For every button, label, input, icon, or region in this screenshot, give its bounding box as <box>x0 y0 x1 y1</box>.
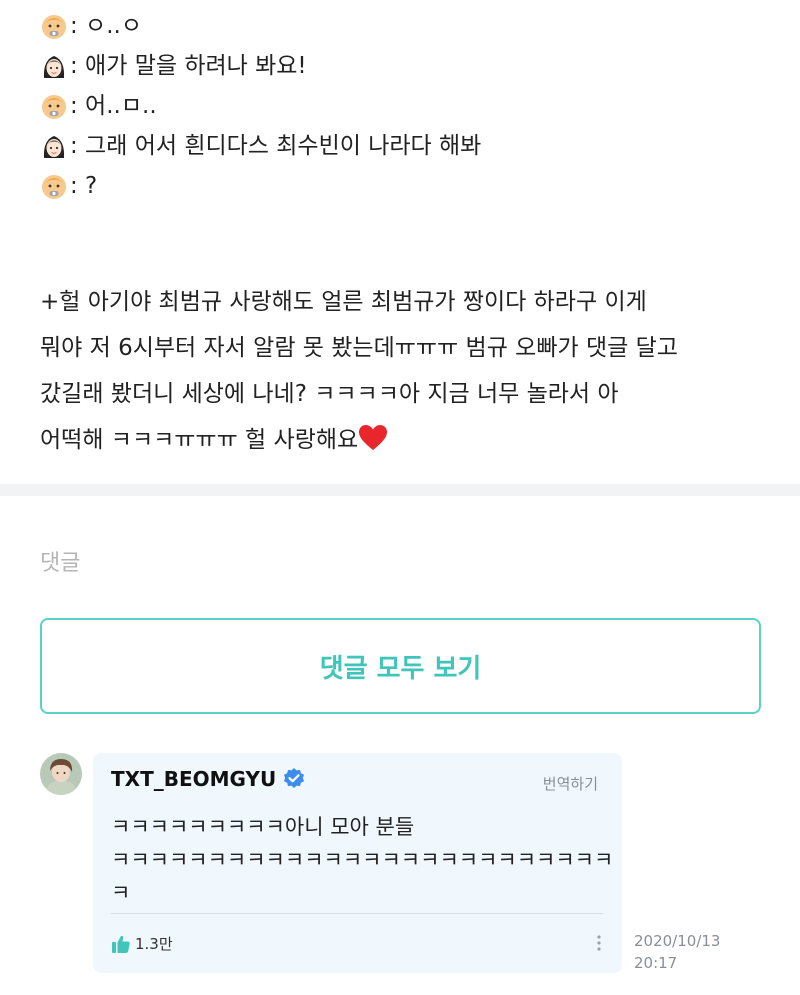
section-divider <box>0 484 800 496</box>
comment-date: 2020/10/13 <box>634 932 721 950</box>
chat-line: : ? <box>40 166 780 206</box>
red-heart-icon <box>359 425 388 450</box>
post-page: : ㅇ..ㅇ : 애가 말을 하려나 봐요! : 어..ㅁ..: 그래 어서 … <box>0 0 800 995</box>
like-button[interactable]: 1.3만 <box>111 933 173 954</box>
like-count: 1.3만 <box>135 935 173 953</box>
comment-author[interactable]: TXT_BEOMGYU <box>111 767 306 791</box>
comments-title: 댓글 <box>40 551 81 576</box>
post-body: : ㅇ..ㅇ : 애가 말을 하려나 봐요! : 어..ㅁ..: 그래 어서 … <box>40 0 780 206</box>
woman-icon <box>43 136 65 158</box>
view-all-comments-button[interactable]: 댓글 모두 보기 <box>40 618 761 714</box>
verified-badge-icon <box>284 768 305 788</box>
more-options-icon[interactable] <box>594 933 604 953</box>
chat-text: : ㅇ..ㅇ <box>70 13 143 39</box>
post-text-line: +헐 아기야 최범규 사랑해도 얼른 최범규가 짱이다 하라구 이게 <box>40 289 647 315</box>
baby-icon <box>42 175 66 199</box>
comment-text-line: ㅋㅋㅋㅋㅋㅋㅋㅋㅋ아니 모아 분들 <box>111 815 415 839</box>
woman-icon <box>43 56 65 78</box>
chat-line: : 그래 어서 흰디다스 최수빈이 나라다 해봐 <box>40 126 780 166</box>
thumbs-up-icon <box>112 935 130 953</box>
post-text-line-last: 어떡해 ㅋㅋㅋㅠㅠㅠ 헐 사랑해요 <box>40 417 780 463</box>
translate-button[interactable]: 번역하기 <box>543 773 598 794</box>
baby-icon <box>42 95 66 119</box>
comment-divider <box>111 913 603 914</box>
chat-line: : 어..ㅁ.. <box>40 86 780 126</box>
author-name: TXT_BEOMGYU <box>111 767 277 791</box>
avatar-image <box>40 753 82 795</box>
comment-text: ㅋㅋㅋㅋㅋㅋㅋㅋㅋ아니 모아 분들 ㅋㅋㅋㅋㅋㅋㅋㅋㅋㅋㅋㅋㅋㅋㅋㅋㅋㅋㅋㅋㅋㅋ… <box>111 811 614 910</box>
chat-line: : ㅇ..ㅇ <box>40 6 780 46</box>
comment-timestamp: 2020/10/13 20:17 <box>634 930 720 974</box>
comment-text-line: ㅋ <box>111 881 131 905</box>
post-text: +헐 아기야 최범규 사랑해도 얼른 최범규가 짱이다 하라구 이게 뭐야 저 … <box>40 279 780 463</box>
chat-text: : 애가 말을 하려나 봐요! <box>70 53 307 79</box>
comment-time: 20:17 <box>634 954 678 972</box>
post-text-line: 갔길래 봤더니 세상에 나네? ㅋㅋㅋㅋ아 지금 너무 놀라서 아 <box>40 381 619 407</box>
avatar[interactable] <box>40 753 82 795</box>
chat-text: : 어..ㅁ.. <box>70 93 157 119</box>
post-text-line: 뭐야 저 6시부터 자서 알람 못 봤는데ㅠㅠㅠ 범규 오빠가 댓글 달고 <box>40 335 678 361</box>
comment-bubble: TXT_BEOMGYU 번역하기 ㅋㅋㅋㅋㅋㅋㅋㅋㅋ아니 모아 분들 ㅋㅋㅋㅋㅋ… <box>93 753 622 973</box>
chat-text: : 그래 어서 흰디다스 최수빈이 나라다 해봐 <box>70 133 482 159</box>
chat-line: : 애가 말을 하려나 봐요! <box>40 46 780 86</box>
baby-icon <box>42 15 66 39</box>
chat-text: : ? <box>70 173 98 199</box>
post-text-line: 어떡해 ㅋㅋㅋㅠㅠㅠ 헐 사랑해요 <box>40 427 359 453</box>
comment-text-line: ㅋㅋㅋㅋㅋㅋㅋㅋㅋㅋㅋㅋㅋㅋㅋㅋㅋㅋㅋㅋㅋㅋㅋㅋㅋㅋ <box>111 848 614 872</box>
